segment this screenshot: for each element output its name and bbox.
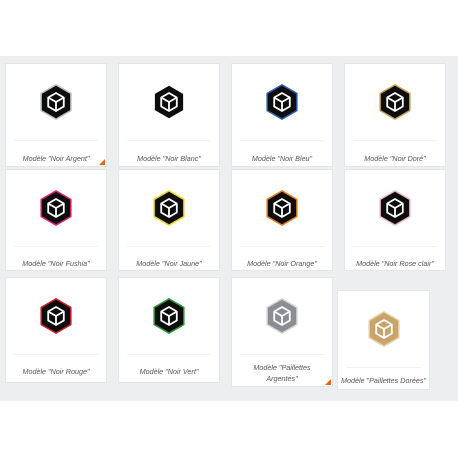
variant-card-noir-jaune[interactable]: Modèle "Noir Jaune" — [118, 169, 220, 271]
selected-corner-icon — [99, 159, 105, 165]
variant-card-noir-bleu[interactable]: Modèle "Noir Bleu" — [231, 63, 333, 167]
variant-card-noir-rouge[interactable]: Modèle "Noir Rouge" — [5, 277, 107, 383]
variant-label: Modèle "Noir Bleu" — [251, 154, 313, 163]
variant-label: Modèle "Noir Doré" — [364, 154, 426, 163]
variant-image — [119, 278, 219, 354]
hexagon-cube-icon — [266, 84, 298, 120]
variant-label: Modèle "Paillettes Argentés" — [253, 363, 311, 383]
hexagon-cube-icon — [40, 84, 72, 120]
variant-card-noir-blanc[interactable]: Modèle "Noir Blanc" — [118, 63, 220, 167]
variant-card-noir-dore[interactable]: Modèle "Noir Doré" — [344, 63, 446, 167]
hexagon-cube-icon — [266, 298, 298, 334]
variant-image — [232, 64, 332, 140]
variant-card-noir-argent[interactable]: Modèle "Noir Argent" — [5, 63, 107, 167]
hexagon-cube-icon — [379, 190, 411, 226]
variant-card-noir-rose-clair[interactable]: Modèle "Noir Rose clair" — [344, 169, 446, 271]
variant-label: Modèle "Noir Vert" — [139, 367, 199, 376]
variant-card-paillettes-dorees[interactable]: Modèle "Paillettes Dorées" — [337, 290, 430, 390]
variant-image — [345, 64, 445, 140]
hexagon-cube-icon — [153, 84, 185, 120]
variant-card-noir-fushia[interactable]: Modèle "Noir Fushia" — [5, 169, 107, 271]
variant-label: Modèle "Noir Fushia" — [22, 259, 90, 268]
variant-label: Modèle "Noir Argent" — [22, 154, 90, 163]
selected-corner-icon — [325, 379, 331, 385]
variant-image — [232, 170, 332, 246]
variant-label: Modèle "Noir Jaune" — [136, 259, 202, 268]
hexagon-cube-icon — [40, 298, 72, 334]
hexagon-cube-icon — [379, 84, 411, 120]
variant-image — [232, 278, 332, 354]
variant-label: Modèle "Noir Orange" — [247, 259, 317, 268]
hexagon-cube-icon — [266, 190, 298, 226]
variant-card-noir-orange[interactable]: Modèle "Noir Orange" — [231, 169, 333, 271]
hexagon-cube-icon — [367, 311, 400, 347]
hexagon-cube-icon — [40, 190, 72, 226]
variant-image — [6, 170, 106, 246]
variant-image — [345, 170, 445, 246]
variant-image — [338, 291, 429, 367]
variant-label: Modèle "Noir Rouge" — [22, 367, 90, 376]
hexagon-cube-icon — [153, 190, 185, 226]
variant-image — [6, 64, 106, 140]
hexagon-cube-icon — [153, 298, 185, 334]
variant-card-paillettes-argentes[interactable]: Modèle "Paillettes Argentés" — [231, 277, 333, 387]
product-variant-panel: Modèle "Noir Argent" Modèle "Noir Blanc"… — [0, 56, 458, 401]
variant-image — [6, 278, 106, 354]
variant-label: Modèle "Noir Rose clair" — [356, 259, 434, 268]
variant-label: Modèle "Paillettes Dorées" — [340, 376, 426, 385]
variant-image — [119, 170, 219, 246]
variant-card-noir-vert[interactable]: Modèle "Noir Vert" — [118, 277, 220, 383]
variant-label: Modèle "Noir Blanc" — [137, 154, 201, 163]
variant-image — [119, 64, 219, 140]
